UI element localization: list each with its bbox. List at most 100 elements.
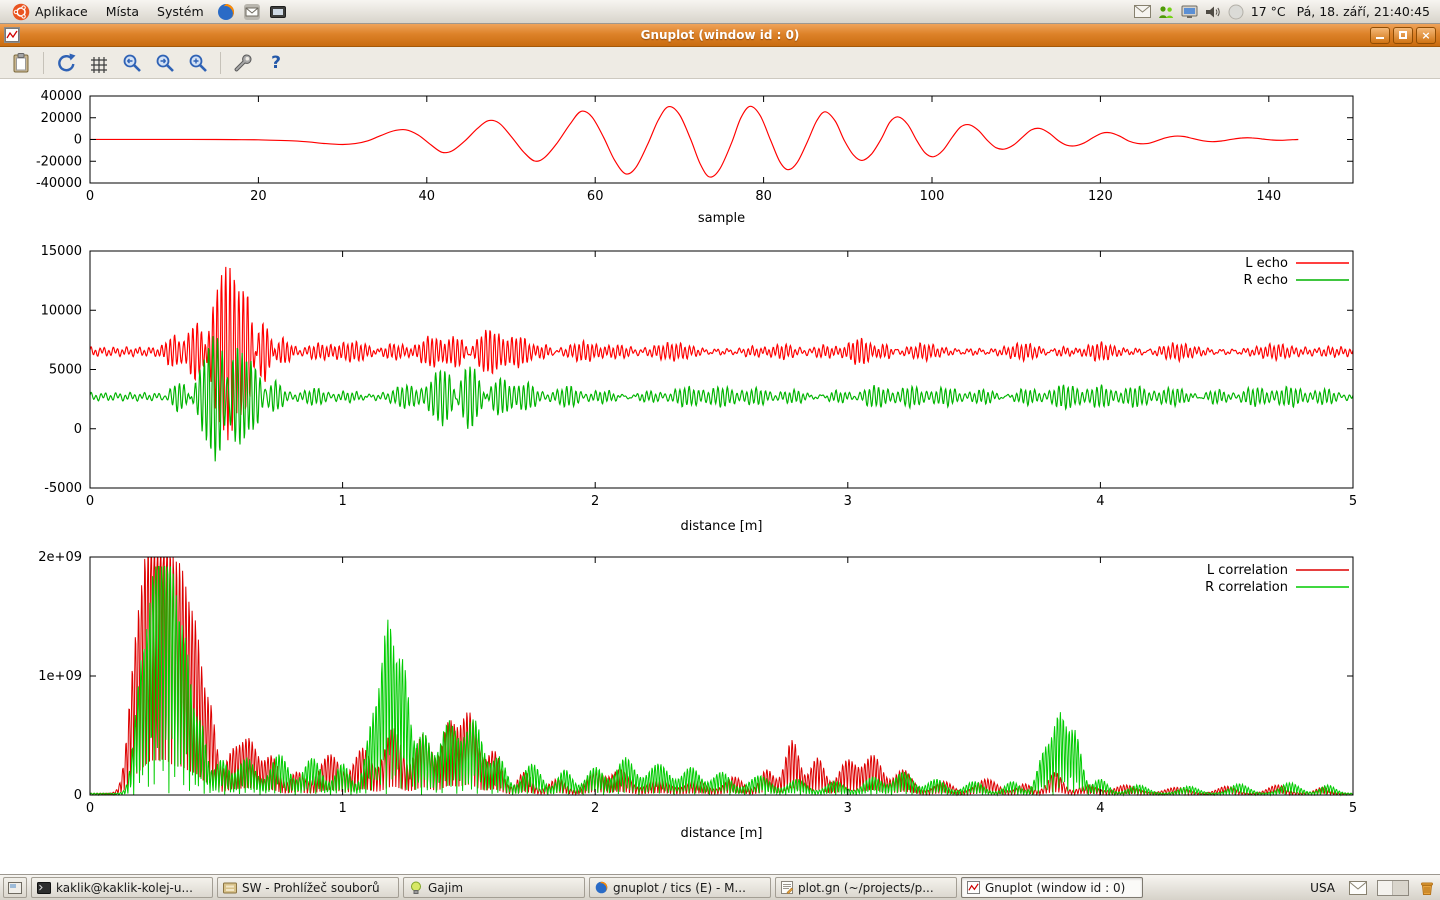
x-tick-label: 0: [86, 189, 94, 204]
grid-icon: [88, 52, 110, 74]
menu-system-label: Systém: [157, 0, 204, 23]
y-tick-label: -40000: [36, 176, 82, 191]
workspace-cell[interactable]: [1378, 881, 1393, 895]
mail-launcher[interactable]: [240, 3, 264, 21]
y-tick-label: 5000: [49, 363, 82, 378]
x-tick-label: 4: [1096, 801, 1104, 816]
toolbar-separator: [220, 52, 221, 74]
help-button[interactable]: ?: [263, 50, 289, 76]
desktop: Aplikace Místa Systém: [0, 0, 1440, 900]
text-editor-icon: [781, 881, 793, 894]
close-button[interactable]: ×: [1416, 27, 1436, 44]
window-title: Gnuplot (window id : 0): [0, 28, 1440, 42]
show-desktop-button[interactable]: [3, 877, 27, 898]
x-tick-label: 5: [1349, 801, 1357, 816]
volume-icon[interactable]: [1205, 5, 1221, 19]
x-tick-label: 80: [755, 189, 772, 204]
keyboard-layout-indicator[interactable]: USA: [1306, 881, 1339, 895]
file-manager-icon: [223, 882, 237, 894]
users-icon[interactable]: [1158, 5, 1174, 19]
weather-icon[interactable]: [1228, 4, 1244, 20]
trash-icon[interactable]: [1419, 880, 1435, 896]
gnuplot-toolbar: ?: [0, 47, 1440, 79]
task-label: plot.gn (~/projects/p...: [798, 881, 934, 895]
x-tick-label: 60: [587, 189, 604, 204]
gnuplot-icon: [967, 881, 980, 894]
y-tick-label: 40000: [41, 89, 82, 104]
y-tick-label: 0: [74, 133, 82, 148]
task-button-file-manager[interactable]: SW - Prohlížeč souborů: [217, 877, 399, 898]
temperature-readout[interactable]: 17 °C: [1251, 4, 1286, 19]
gnome-top-panel: Aplikace Místa Systém: [0, 0, 1440, 24]
menu-places[interactable]: Místa: [98, 0, 147, 23]
series-l-echo: [90, 267, 1353, 440]
y-tick-label: 2e+09: [38, 550, 82, 565]
maximize-button[interactable]: [1393, 27, 1413, 44]
wrench-icon: [232, 52, 254, 74]
minimize-button[interactable]: [1370, 27, 1390, 44]
gajim-icon: [409, 881, 423, 894]
mail-tray-icon[interactable]: [1349, 881, 1367, 895]
task-button-firefox[interactable]: gnuplot / tics (E) - M...: [589, 877, 771, 898]
show-desktop-icon: [8, 882, 22, 894]
x-tick-label: 3: [844, 494, 852, 509]
menu-system[interactable]: Systém: [149, 0, 212, 23]
window-titlebar[interactable]: Gnuplot (window id : 0) ×: [0, 24, 1440, 47]
plot-canvas[interactable]: 020406080100120140-40000-200000200004000…: [0, 79, 1440, 874]
series-r-correlation: [90, 567, 1353, 796]
y-tick-label: 0: [74, 788, 82, 803]
y-tick-label: 0: [74, 422, 82, 437]
task-button-editor[interactable]: plot.gn (~/projects/p...: [775, 877, 957, 898]
screenshot-launcher[interactable]: [266, 3, 290, 21]
task-button-gajim[interactable]: Gajim: [403, 877, 585, 898]
maximize-icon: [1399, 31, 1407, 39]
minimize-icon: [1376, 32, 1384, 39]
task-button-gnuplot[interactable]: Gnuplot (window id : 0): [961, 877, 1143, 898]
legend-label: R correlation: [1205, 580, 1288, 595]
x-tick-label: 1: [338, 801, 346, 816]
x-tick-label: 120: [1088, 189, 1113, 204]
legend-label: L correlation: [1207, 563, 1288, 578]
plot-border: [90, 96, 1353, 183]
y-tick-label: -5000: [44, 481, 82, 496]
menu-applications-label: Aplikace: [35, 0, 88, 23]
task-button-terminal[interactable]: kaklik@kaklik-kolej-u...: [31, 877, 213, 898]
autoscale-zoom-icon: [187, 52, 209, 74]
gnuplot-plots: 020406080100120140-40000-200000200004000…: [0, 79, 1440, 874]
ubuntu-logo-icon: [12, 3, 30, 21]
replot-button[interactable]: [53, 50, 79, 76]
replot-refresh-icon: [55, 52, 77, 74]
x-axis-label: sample: [698, 211, 745, 226]
x-tick-label: 2: [591, 494, 599, 509]
zoom-next-icon: [154, 52, 176, 74]
plot-border: [90, 251, 1353, 488]
copy-clipboard-button[interactable]: [8, 50, 34, 76]
display-icon[interactable]: [1181, 5, 1198, 19]
menu-applications[interactable]: Aplikace: [4, 0, 96, 23]
workspace-cell[interactable]: [1393, 881, 1408, 895]
bottom-taskbar: kaklik@kaklik-kolej-u... SW - Prohlížeč …: [0, 874, 1440, 900]
zoom-previous-button[interactable]: [119, 50, 145, 76]
x-tick-label: 5: [1349, 494, 1357, 509]
task-label: Gnuplot (window id : 0): [985, 881, 1125, 895]
panel-right: 17 °C Pá, 18. září, 21:40:45: [1134, 0, 1436, 23]
mail-notify-icon[interactable]: [1134, 5, 1151, 18]
x-tick-label: 40: [419, 189, 436, 204]
firefox-launcher[interactable]: [214, 3, 238, 21]
task-label: Gajim: [428, 881, 463, 895]
x-axis-label: distance [m]: [680, 826, 762, 841]
window-controls: ×: [1370, 27, 1436, 44]
gnuplot-window-icon: [4, 27, 20, 43]
screenshot-icon: [269, 3, 287, 21]
clock-applet[interactable]: Pá, 18. září, 21:40:45: [1293, 4, 1434, 19]
y-tick-label: 20000: [41, 111, 82, 126]
clipboard-icon: [10, 52, 32, 74]
autoscale-button[interactable]: [185, 50, 211, 76]
zoom-next-button[interactable]: [152, 50, 178, 76]
toggle-grid-button[interactable]: [86, 50, 112, 76]
x-tick-label: 20: [250, 189, 267, 204]
workspace-switcher[interactable]: [1377, 880, 1409, 896]
x-tick-label: 0: [86, 801, 94, 816]
y-tick-label: 15000: [41, 244, 82, 259]
configure-button[interactable]: [230, 50, 256, 76]
